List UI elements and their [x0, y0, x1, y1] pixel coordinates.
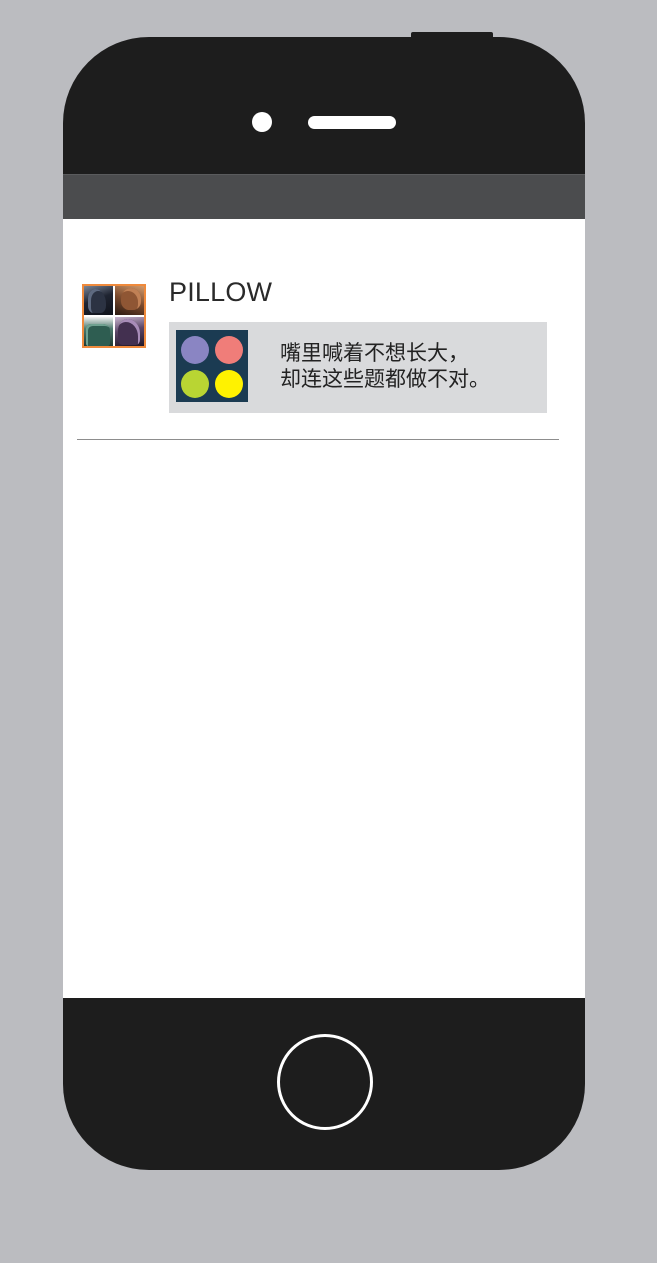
- phone-screen: PILLOW 嘴里喊着不想长大， 却连这些题都做不对。: [63, 174, 585, 998]
- shared-link-text-line-1: 嘴里喊着不想长大，: [280, 341, 469, 365]
- phone-frame: PILLOW 嘴里喊着不想长大， 却连这些题都做不对。: [63, 37, 585, 1170]
- red-dot: [215, 336, 243, 364]
- status-bar: [63, 174, 585, 219]
- avatar-portrait-4: [115, 317, 144, 346]
- shared-link-text: 嘴里喊着不想长大， 却连这些题都做不对。: [280, 340, 490, 392]
- speaker-icon: [308, 116, 396, 129]
- four-dots-icon: [176, 330, 248, 402]
- avatar-portrait-1: [84, 286, 113, 315]
- post-username[interactable]: PILLOW: [169, 277, 272, 308]
- green-dot: [181, 370, 209, 398]
- shared-link-card[interactable]: 嘴里喊着不想长大， 却连这些题都做不对。: [169, 322, 547, 413]
- home-button-icon[interactable]: [277, 1034, 373, 1130]
- camera-icon: [252, 112, 272, 132]
- post-divider: [77, 439, 559, 440]
- avatar-portrait-2: [115, 286, 144, 315]
- avatar[interactable]: [82, 284, 146, 348]
- shared-link-text-line-2: 却连这些题都做不对。: [280, 367, 490, 391]
- avatar-portrait-3: [84, 317, 113, 346]
- yellow-dot: [215, 370, 243, 398]
- purple-dot: [181, 336, 209, 364]
